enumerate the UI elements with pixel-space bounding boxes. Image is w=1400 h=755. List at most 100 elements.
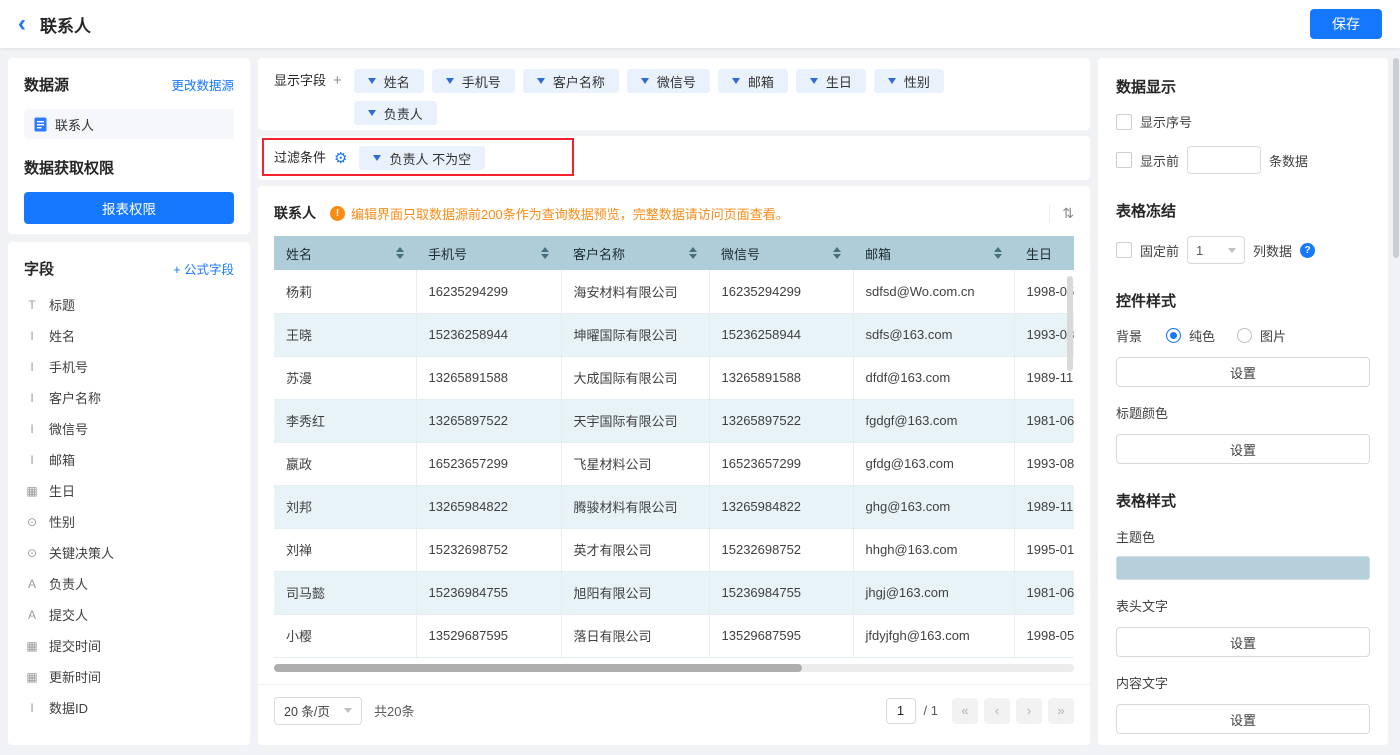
help-icon[interactable]: ?	[1300, 242, 1316, 258]
field-item[interactable]: ▦ 提交时间	[24, 630, 234, 661]
save-button[interactable]: 保存	[1310, 9, 1382, 39]
freeze-count-select[interactable]: 1	[1187, 236, 1246, 264]
field-item[interactable]: ▦ 更新时间	[24, 661, 234, 692]
display-field-chip[interactable]: 邮箱	[717, 69, 788, 93]
header-text-set-button[interactable]: 设置	[1116, 627, 1370, 657]
table-row[interactable]: 刘邦 13265984822 腾骏材料有限公司 13265984822 ghg@163.…	[274, 485, 1074, 529]
filter-condition-chip[interactable]: 负责人 不为空	[359, 146, 486, 170]
current-page-input[interactable]: 1	[885, 697, 916, 724]
field-item[interactable]: A 负责人	[24, 568, 234, 599]
sort-carets-icon[interactable]	[689, 247, 697, 259]
solid-color-radio[interactable]	[1166, 328, 1182, 343]
sort-carets-icon[interactable]	[994, 247, 1002, 259]
display-field-chip[interactable]: 手机号	[431, 69, 515, 93]
field-item[interactable]: I 客户名称	[24, 382, 234, 413]
field-item[interactable]: I 手机号	[24, 351, 234, 382]
field-item[interactable]: I 微信号	[24, 413, 234, 444]
column-header[interactable]: 邮箱	[853, 236, 1014, 270]
field-list: T 标题 I 姓名 I 手机号 I 客户名称 I 微信号 I 邮箱 ▦ 生日 ⊙ 性别 ⊙ 关键决策人 A 负责人 A 提…	[24, 289, 234, 723]
show-first-checkbox[interactable]	[1116, 152, 1132, 168]
radio-field-icon: ⊙	[26, 545, 38, 560]
last-page-button[interactable]: »	[1048, 697, 1074, 724]
show-first-count-input[interactable]	[1187, 146, 1262, 174]
freeze-title: 表格冻结	[1116, 203, 1177, 220]
display-field-chip[interactable]: 性别	[873, 69, 944, 93]
sort-carets-icon[interactable]	[833, 247, 841, 259]
display-field-chip[interactable]: 客户名称	[522, 69, 619, 93]
text-field-icon: I	[30, 421, 34, 436]
page-size-select[interactable]: 20 条/页	[274, 696, 362, 725]
table-row[interactable]: 嬴政 16523657299 飞星材料公司 16523657299 gfdg@163.c…	[274, 442, 1074, 486]
column-header[interactable]: 姓名	[274, 236, 416, 270]
add-display-field-button[interactable]: +	[333, 69, 342, 93]
field-item[interactable]: ⊙ 性别	[24, 506, 234, 537]
table-cell: 1998-05	[1014, 614, 1074, 658]
column-title: 生日	[1026, 246, 1053, 262]
field-item[interactable]: T 标题	[24, 289, 234, 320]
background-set-button[interactable]: 设置	[1116, 357, 1370, 387]
field-item[interactable]: ▦ 生日	[24, 475, 234, 506]
title-color-set-button[interactable]: 设置	[1116, 434, 1370, 464]
column-header[interactable]: 手机号	[416, 236, 561, 270]
page-scrollbar[interactable]	[1393, 58, 1399, 258]
field-item[interactable]: A 提交人	[24, 599, 234, 630]
report-permission-button[interactable]: 报表权限	[24, 192, 234, 224]
caret-down-icon	[541, 254, 549, 259]
freeze-checkbox[interactable]	[1116, 242, 1132, 258]
table-cell: 15232698752	[709, 528, 854, 572]
column-header[interactable]: 微信号	[709, 236, 853, 270]
sort-carets-icon[interactable]	[396, 247, 404, 259]
column-title: 客户名称	[573, 246, 626, 262]
table-cell: 1998-05	[1014, 270, 1074, 314]
field-label: 负责人	[49, 577, 89, 592]
table-row[interactable]: 苏漫 13265891588 大成国际有限公司 13265891588 dfdf@163…	[274, 356, 1074, 400]
display-chip-list: 姓名 手机号 客户名称 微信号 邮箱 生日 性别负责人	[353, 69, 1014, 125]
datasource-item[interactable]: 联系人	[24, 109, 234, 139]
display-field-chip[interactable]: 姓名	[353, 69, 424, 93]
document-icon	[34, 117, 47, 131]
scrollbar-thumb[interactable]	[274, 663, 802, 672]
date-field-icon: ▦	[26, 669, 38, 684]
display-field-chip[interactable]: 微信号	[626, 69, 710, 93]
table-cell: 腾骏材料有限公司	[561, 485, 710, 529]
content-text-set-button[interactable]: 设置	[1116, 704, 1370, 734]
column-header[interactable]: 客户名称	[561, 236, 709, 270]
table-cell: 1993-08	[1014, 442, 1074, 486]
table-row[interactable]: 杨莉 16235294299 海安材料有限公司 16235294299 sdfsd@Wo…	[274, 270, 1074, 314]
table-row[interactable]: 司马懿 15236984755 旭阳有限公司 15236984755 jhgj@163.…	[274, 571, 1074, 615]
field-item[interactable]: ⊙ 关键决策人	[24, 537, 234, 568]
table-horizontal-scrollbar[interactable]	[274, 663, 1074, 672]
preview-warning-text: 编辑界面只取数据源前200条作为查询数据预览，完整数据请访问页面查看。	[351, 206, 789, 222]
table-row[interactable]: 李秀红 13265897522 天宇国际有限公司 13265897522 fgdgf@1…	[274, 399, 1074, 443]
table-style-title: 表格样式	[1116, 493, 1177, 510]
sort-carets-icon[interactable]	[541, 247, 549, 259]
sort-order-icon[interactable]: ⇅	[1049, 204, 1074, 222]
first-page-button[interactable]: «	[952, 697, 978, 724]
add-formula-field-link[interactable]: + 公式字段	[173, 259, 234, 278]
theme-color-swatch[interactable]	[1116, 556, 1370, 580]
chevron-down-icon	[809, 78, 818, 84]
table-row[interactable]: 小樱 13529687595 落日有限公司 13529687595 jfdyjfgh@1…	[274, 614, 1074, 658]
gear-icon[interactable]: ⚙	[334, 149, 347, 167]
field-label: 生日	[49, 484, 76, 499]
table-cell: 苏漫	[274, 356, 417, 400]
display-field-chip[interactable]: 负责人	[353, 101, 437, 125]
change-datasource-link[interactable]: 更改数据源	[171, 75, 234, 94]
field-item[interactable]: I 邮箱	[24, 444, 234, 475]
field-item[interactable]: I 数据ID	[24, 692, 234, 723]
column-header[interactable]: 生日	[1014, 236, 1074, 270]
table-vertical-scrollbar[interactable]	[1067, 276, 1073, 371]
display-field-chip[interactable]: 生日	[795, 69, 866, 93]
field-item[interactable]: I 姓名	[24, 320, 234, 351]
prev-page-button[interactable]: ‹	[984, 697, 1010, 724]
table-cell: 1993-08	[1014, 313, 1074, 357]
image-radio[interactable]	[1237, 328, 1253, 343]
chevron-down-icon	[367, 78, 376, 84]
table-row[interactable]: 刘禅 15232698752 英才有限公司 15232698752 hhgh@163.c…	[274, 528, 1074, 572]
field-label: 数据ID	[49, 701, 89, 716]
next-page-button[interactable]: ›	[1016, 697, 1042, 724]
table-row[interactable]: 王晓 15236258944 坤曜国际有限公司 15236258944 sdfs@163…	[274, 313, 1074, 357]
pagination-nav: «‹ ›»	[952, 697, 1074, 724]
show-index-checkbox[interactable]	[1116, 113, 1132, 130]
back-button[interactable]: ‹	[18, 12, 26, 36]
